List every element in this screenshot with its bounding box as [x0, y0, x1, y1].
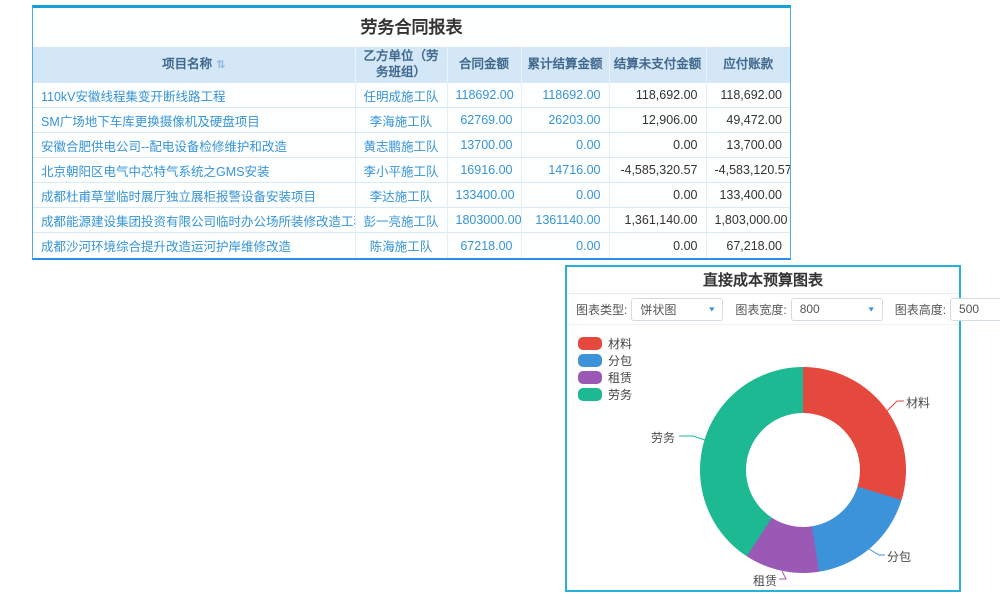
chevron-down-icon: ▼	[867, 305, 876, 313]
unpaid-amount: 0.00	[609, 183, 706, 208]
payable-amount: 67,218.00	[706, 233, 790, 258]
project-link[interactable]: 成都沙河环境综合提升改造运河护岸维修改造	[33, 233, 355, 258]
table-row: 北京朝阳区电气中芯特气系统之GMS安装李小平施工队16916.0014716.0…	[33, 158, 790, 183]
settled-amount: 26203.00	[521, 108, 609, 133]
report-table-body: 110kV安徽线程集变开断线路工程任明成施工队118692.00118692.0…	[33, 83, 790, 258]
payable-amount: 1,803,000.00	[706, 208, 790, 233]
chart-panel-title: 直接成本预算图表	[567, 267, 959, 294]
table-row: 成都杜甫草堂临时展厅独立展柜报警设备安装项目李达施工队133400.000.00…	[33, 183, 790, 208]
direct-cost-chart-panel: 直接成本预算图表 图表类型: 饼状图 ▼ 图表宽度: 800 ▼ 图表高度: 5	[565, 265, 961, 592]
contract-amount: 13700.00	[447, 133, 521, 158]
page: 劳务合同报表 项目名称 ⇅ 乙方单位（劳务班组） 合同金额 累计结算金额 结算未支…	[0, 0, 1000, 600]
team-name: 陈海施工队	[355, 233, 447, 258]
project-link[interactable]: 成都能源建设集团投资有限公司临时办公场所装修改造工程EPC	[33, 208, 355, 233]
settled-amount: 0.00	[521, 133, 609, 158]
report-table: 项目名称 ⇅ 乙方单位（劳务班组） 合同金额 累计结算金额 结算未支付金额 应付账…	[33, 47, 790, 258]
report-title: 劳务合同报表	[33, 8, 790, 47]
chart-type-select[interactable]: 饼状图 ▼	[631, 298, 723, 321]
chart-height-label: 图表高度:	[895, 301, 946, 318]
chart-width-control: 图表宽度: 800 ▼	[735, 298, 882, 321]
contract-amount: 67218.00	[447, 233, 521, 258]
slice-label-materials: 材料	[906, 394, 930, 411]
contract-amount: 118692.00	[447, 83, 521, 108]
project-link[interactable]: SM广场地下车库更换摄像机及硬盘项目	[33, 108, 355, 133]
table-row: 110kV安徽线程集变开断线路工程任明成施工队118692.00118692.0…	[33, 83, 790, 108]
payable-amount: 133,400.00	[706, 183, 790, 208]
settled-amount: 0.00	[521, 233, 609, 258]
team-name: 李小平施工队	[355, 158, 447, 183]
settled-amount: 1361140.00	[521, 208, 609, 233]
project-link[interactable]: 北京朝阳区电气中芯特气系统之GMS安装	[33, 158, 355, 183]
unpaid-amount: 118,692.00	[609, 83, 706, 108]
project-link[interactable]: 安徽合肥供电公司--配电设备检修维护和改造	[33, 133, 355, 158]
payable-amount: 118,692.00	[706, 83, 790, 108]
payable-amount: 49,472.00	[706, 108, 790, 133]
column-header-team: 乙方单位（劳务班组）	[355, 47, 447, 83]
table-row: 安徽合肥供电公司--配电设备检修维护和改造黄志鹏施工队13700.000.000…	[33, 133, 790, 158]
column-header-unpaid-amount: 结算未支付金额	[609, 47, 706, 83]
table-header-row: 项目名称 ⇅ 乙方单位（劳务班组） 合同金额 累计结算金额 结算未支付金额 应付账…	[33, 47, 790, 83]
table-row: 成都沙河环境综合提升改造运河护岸维修改造陈海施工队67218.000.000.0…	[33, 233, 790, 258]
column-header-project-label: 项目名称	[162, 57, 212, 71]
slice-label-rental: 租赁	[753, 572, 777, 589]
sort-icon[interactable]: ⇅	[216, 59, 225, 71]
chart-type-control: 图表类型: 饼状图 ▼	[576, 298, 723, 321]
team-name: 彭一亮施工队	[355, 208, 447, 233]
project-link[interactable]: 110kV安徽线程集变开断线路工程	[33, 83, 355, 108]
settled-amount: 14716.00	[521, 158, 609, 183]
chart-height-control: 图表高度: 500 ▼	[895, 298, 1000, 321]
project-link[interactable]: 成都杜甫草堂临时展厅独立展柜报警设备安装项目	[33, 183, 355, 208]
unpaid-amount: 0.00	[609, 133, 706, 158]
settled-amount: 118692.00	[521, 83, 609, 108]
chart-height-select[interactable]: 500 ▼	[950, 298, 1000, 321]
unpaid-amount: 12,906.00	[609, 108, 706, 133]
chevron-down-icon: ▼	[707, 305, 716, 313]
contract-amount: 1803000.00	[447, 208, 521, 233]
table-row: SM广场地下车库更换摄像机及硬盘项目李海施工队62769.0026203.001…	[33, 108, 790, 133]
payable-amount: -4,583,120.57	[706, 158, 790, 183]
team-name: 李达施工队	[355, 183, 447, 208]
slice-label-subcontract: 分包	[887, 548, 911, 565]
payable-amount: 13,700.00	[706, 133, 790, 158]
chart-width-select[interactable]: 800 ▼	[791, 298, 883, 321]
team-name: 李海施工队	[355, 108, 447, 133]
unpaid-amount: 1,361,140.00	[609, 208, 706, 233]
contract-amount: 133400.00	[447, 183, 521, 208]
chart-width-label: 图表宽度:	[735, 301, 786, 318]
pie-chart-area: 材料分包租赁劳务 材料 分包 租赁 劳务	[567, 325, 959, 589]
chart-controls: 图表类型: 饼状图 ▼ 图表宽度: 800 ▼ 图表高度: 500 ▼	[567, 294, 959, 325]
unpaid-amount: 0.00	[609, 233, 706, 258]
contract-amount: 16916.00	[447, 158, 521, 183]
column-header-contract-amount: 合同金额	[447, 47, 521, 83]
chart-type-label: 图表类型:	[576, 301, 627, 318]
settled-amount: 0.00	[521, 183, 609, 208]
column-header-settled-amount: 累计结算金额	[521, 47, 609, 83]
column-header-payable: 应付账款	[706, 47, 790, 83]
unpaid-amount: -4,585,320.57	[609, 158, 706, 183]
team-name: 黄志鹏施工队	[355, 133, 447, 158]
team-name: 任明成施工队	[355, 83, 447, 108]
contract-amount: 62769.00	[447, 108, 521, 133]
table-row: 成都能源建设集团投资有限公司临时办公场所装修改造工程EPC彭一亮施工队18030…	[33, 208, 790, 233]
slice-label-labor: 劳务	[651, 429, 675, 446]
labor-contract-report-card: 劳务合同报表 项目名称 ⇅ 乙方单位（劳务班组） 合同金额 累计结算金额 结算未支…	[32, 5, 791, 260]
column-header-project[interactable]: 项目名称 ⇅	[33, 47, 355, 83]
